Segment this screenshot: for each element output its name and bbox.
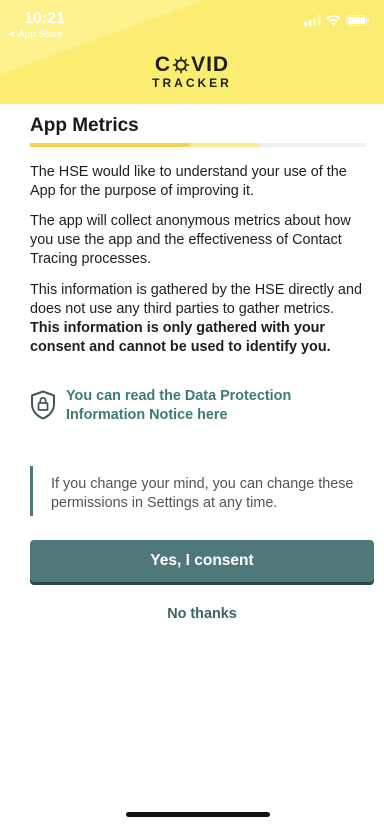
page-heading-area: App Metrics xyxy=(30,104,366,138)
status-time: 10:21 xyxy=(24,10,65,27)
app-header: 10:21 ◄ App Store C VID TRACKER xyxy=(0,0,384,104)
permissions-info-callout: If you change your mind, you can change … xyxy=(30,466,369,516)
wifi-icon xyxy=(326,14,341,26)
logo-letters-vid: VID xyxy=(191,53,230,76)
battery-icon xyxy=(346,14,370,26)
privacy-plain-text: This information is gathered by the HSE … xyxy=(30,282,362,317)
back-to-app-store-link[interactable]: ◄ App Store xyxy=(6,29,63,40)
logo-wordmark-top: C VID xyxy=(155,54,229,76)
data-protection-notice-link[interactable]: You can read the Data Protection Informa… xyxy=(30,386,370,425)
shield-lock-icon xyxy=(31,390,55,420)
signal-icon xyxy=(304,14,321,26)
onboarding-progress-bar xyxy=(30,143,366,147)
home-indicator[interactable] xyxy=(126,812,270,817)
progress-remaining xyxy=(260,143,366,147)
virus-icon xyxy=(172,56,190,74)
status-bar: 10:21 ◄ App Store xyxy=(0,0,384,40)
logo-wordmark-bottom: TRACKER xyxy=(152,76,232,90)
privacy-paragraph: This information is gathered by the HSE … xyxy=(30,281,366,357)
covid-tracker-logo: C VID TRACKER xyxy=(0,54,384,91)
data-protection-link-text[interactable]: You can read the Data Protection Informa… xyxy=(66,387,370,425)
permissions-info-text: If you change your mind, you can change … xyxy=(51,476,354,511)
metrics-paragraph: The app will collect anonymous metrics a… xyxy=(30,213,351,267)
consent-button[interactable]: Yes, I consent xyxy=(30,540,374,582)
progress-complete xyxy=(30,143,190,147)
no-thanks-button[interactable]: No thanks xyxy=(30,606,374,622)
status-icons xyxy=(304,14,370,26)
privacy-bold-text: This information is only gathered with y… xyxy=(30,320,331,355)
intro-paragraph: The HSE would like to understand your us… xyxy=(30,164,347,199)
logo-letter-c: C xyxy=(154,53,172,76)
progress-current xyxy=(190,143,260,147)
page-title: App Metrics xyxy=(30,115,139,136)
